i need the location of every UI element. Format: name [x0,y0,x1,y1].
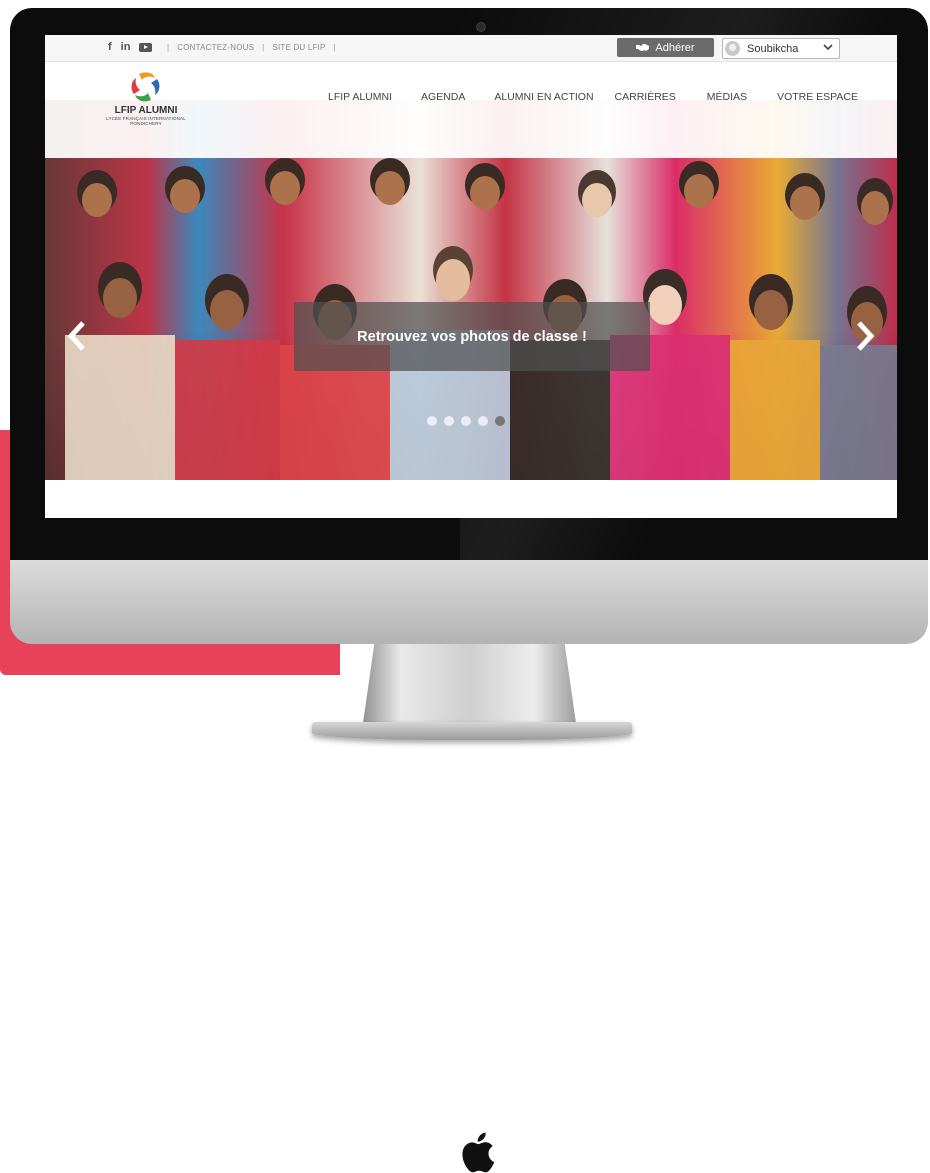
separator: | [333,43,336,52]
next-slide-button[interactable] [853,318,877,354]
nav-item-agenda[interactable]: AGENDA [421,91,465,103]
lfip-site-link[interactable]: SITE DU LFIP [272,43,325,52]
separator: | [167,43,170,52]
monitor-chin [10,558,928,1173]
chevron-left-icon [67,321,85,351]
camera [476,22,486,32]
slide-dot[interactable] [478,416,488,426]
separator: | [262,43,265,52]
slide-dot-active[interactable] [495,416,505,426]
linkedin-icon[interactable]: in [121,41,131,53]
social-links: f in [108,41,153,53]
nav-item-votre-espace[interactable]: VOTRE ESPACE [777,91,858,103]
monitor-stand [362,640,577,730]
logo-title: LFIP ALUMNI [114,105,178,116]
website-screen: f in | CONTACTEZ-NOUS | SITE DU LFIP | A… [45,35,897,518]
slide-dot[interactable] [427,416,437,426]
youtube-icon[interactable] [139,42,153,52]
site-logo[interactable]: LFIP ALUMNI LYCÉE FRANÇAIS INTERNATIONAL… [91,70,201,126]
join-button-label: Adhérer [655,41,695,54]
nav-item-carrieres[interactable]: CARRIÈRES [615,91,676,103]
carousel-indicators [427,416,505,426]
contact-link[interactable]: CONTACTEZ-NOUS [177,43,254,52]
nav-item-lfip-alumni[interactable]: LFIP ALUMNI [328,91,392,103]
nav-item-medias[interactable]: MÉDIAS [707,91,747,103]
user-name: Soubikcha [747,42,799,55]
join-button[interactable]: Adhérer [617,38,714,57]
slide-dot[interactable] [461,416,471,426]
chevron-down-icon [823,44,833,51]
handshake-icon [636,44,650,51]
user-menu-select[interactable]: Soubikcha [722,38,840,59]
monitor-base [312,722,632,740]
prev-slide-button[interactable] [65,318,89,354]
chevron-right-icon [857,321,875,351]
main-header: LFIP ALUMNI LYCÉE FRANÇAIS INTERNATIONAL… [45,62,897,158]
utility-links: | CONTACTEZ-NOUS | SITE DU LFIP | [167,43,336,52]
hero-caption: Retrouvez vos photos de classe ! [294,302,650,371]
avatar [725,41,740,56]
lfip-logo-icon [131,72,160,102]
apple-logo-icon [462,1132,495,1173]
utility-bar: f in | CONTACTEZ-NOUS | SITE DU LFIP | A… [45,35,897,62]
slide-dot[interactable] [444,416,454,426]
content-area [45,480,897,518]
nav-item-alumni-en-action[interactable]: ALUMNI EN ACTION [494,91,593,103]
main-nav: LFIP ALUMNI AGENDA ALUMNI EN ACTION CARR… [328,91,858,103]
facebook-icon[interactable]: f [108,41,112,53]
logo-city: PONDICHERY [130,121,162,126]
